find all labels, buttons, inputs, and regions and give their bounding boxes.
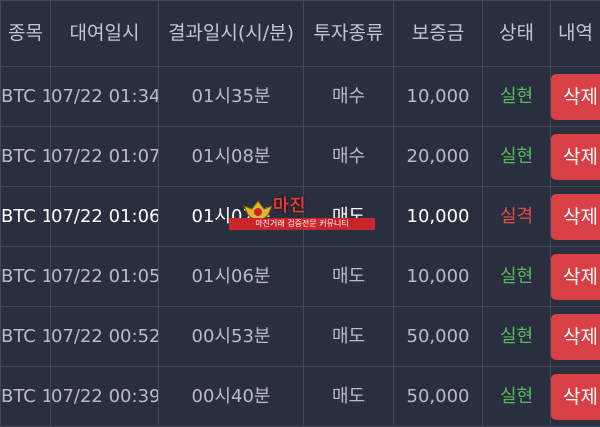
delete-button[interactable]: 삭제 <box>551 74 600 120</box>
cell-rent-time: 07/22 01:34 <box>51 67 159 127</box>
cell-action: 삭제 <box>551 187 600 247</box>
header-result-time: 결과일시(시/분) <box>159 1 304 67</box>
cell-symbol: BTC 1분 <box>1 307 51 367</box>
cell-status: 실격 <box>483 187 551 247</box>
cell-type: 매수 <box>304 127 394 187</box>
cell-action: 삭제 <box>551 367 600 427</box>
cell-result-time: 01시06분 <box>159 247 304 307</box>
delete-button[interactable]: 삭제 <box>551 374 600 420</box>
cell-action: 삭제 <box>551 307 600 367</box>
cell-type: 매도 <box>304 247 394 307</box>
cell-rent-time: 07/22 01:06 <box>51 187 159 247</box>
cell-deposit: 20,000 <box>394 127 483 187</box>
cell-symbol: BTC 1분 <box>1 367 51 427</box>
cell-rent-time: 07/22 00:52 <box>51 307 159 367</box>
watermark-title: 마진 <box>273 195 306 217</box>
table-row: BTC 1분 07/22 01:05 01시06분 매도 10,000 실현 삭… <box>1 247 600 307</box>
cell-action: 삭제 <box>551 67 600 127</box>
cell-action: 삭제 <box>551 127 600 187</box>
watermark-logo: 마진 마진거래 검증전문 커뮤니티 <box>227 195 377 235</box>
cell-deposit: 10,000 <box>394 247 483 307</box>
cell-status: 실현 <box>483 127 551 187</box>
cell-action: 삭제 <box>551 247 600 307</box>
delete-button[interactable]: 삭제 <box>551 314 600 360</box>
cell-type: 매도 <box>304 367 394 427</box>
header-type: 투자종류 <box>304 1 394 67</box>
cell-rent-time: 07/22 01:05 <box>51 247 159 307</box>
table-header-row: 종목 대여일시 결과일시(시/분) 투자종류 보증금 상태 내역 <box>1 1 600 67</box>
header-status: 상태 <box>483 1 551 67</box>
cell-result-time: 00시53분 <box>159 307 304 367</box>
delete-button[interactable]: 삭제 <box>551 254 600 300</box>
cell-symbol: BTC 1분 <box>1 127 51 187</box>
cell-type: 매도 <box>304 307 394 367</box>
table-row: BTC 1분 07/22 00:52 00시53분 매도 50,000 실현 삭… <box>1 307 600 367</box>
table-row: BTC 1분 07/22 01:34 01시35분 매수 10,000 실현 삭… <box>1 67 600 127</box>
watermark-subtitle: 마진거래 검증전문 커뮤니티 <box>229 218 375 230</box>
cell-deposit: 10,000 <box>394 187 483 247</box>
cell-status: 실현 <box>483 367 551 427</box>
delete-button[interactable]: 삭제 <box>551 194 600 240</box>
cell-result-time: 01시08분 <box>159 127 304 187</box>
cell-result-time: 01시35분 <box>159 67 304 127</box>
cell-deposit: 50,000 <box>394 367 483 427</box>
cell-type: 매수 <box>304 67 394 127</box>
table-row: BTC 1분 07/22 00:39 00시40분 매도 50,000 실현 삭… <box>1 367 600 427</box>
cell-symbol: BTC 1분 <box>1 187 51 247</box>
cell-deposit: 50,000 <box>394 307 483 367</box>
cell-symbol: BTC 1분 <box>1 67 51 127</box>
header-deposit: 보증금 <box>394 1 483 67</box>
delete-button[interactable]: 삭제 <box>551 134 600 180</box>
cell-status: 실현 <box>483 307 551 367</box>
cell-result-time: 00시40분 <box>159 367 304 427</box>
cell-status: 실현 <box>483 67 551 127</box>
cell-status: 실현 <box>483 247 551 307</box>
header-history: 내역 <box>551 1 600 67</box>
cell-symbol: BTC 1분 <box>1 247 51 307</box>
header-rent-time: 대여일시 <box>51 1 159 67</box>
cell-rent-time: 07/22 00:39 <box>51 367 159 427</box>
header-symbol: 종목 <box>1 1 51 67</box>
cell-rent-time: 07/22 01:07 <box>51 127 159 187</box>
table-row: BTC 1분 07/22 01:07 01시08분 매수 20,000 실현 삭… <box>1 127 600 187</box>
cell-deposit: 10,000 <box>394 67 483 127</box>
